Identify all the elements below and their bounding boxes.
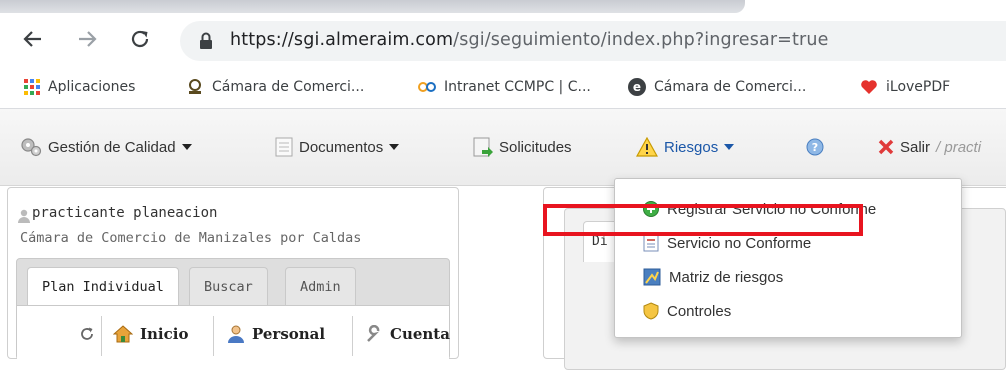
close-x-icon <box>878 139 894 155</box>
tab-plan-individual[interactable]: Plan Individual <box>27 267 179 308</box>
person-icon <box>227 325 245 343</box>
help-icon: ? <box>806 138 824 156</box>
cuenta-link[interactable]: Cuenta <box>365 318 450 350</box>
bookmark-intranet[interactable]: Intranet CCMPC | C... <box>418 66 591 108</box>
personal-label: Personal <box>252 325 326 343</box>
browser-nav-bar: https://sgi.almeraim.com/sgi/seguimiento… <box>0 14 1006 66</box>
menu-gestion-calidad[interactable]: Gestión de Calidad <box>20 109 192 185</box>
riesgos-dropdown-menu: Registrar Servicio no Conforme Servicio … <box>614 178 962 338</box>
tab-admin[interactable]: Admin <box>285 267 356 306</box>
bookmark-label: Cámara de Comerci... <box>212 79 365 95</box>
bookmark-label: Cámara de Comerci... <box>654 79 807 95</box>
intranet-logo-icon <box>418 81 436 93</box>
menu-label: Solicitudes <box>499 138 572 156</box>
menu-item-controles[interactable]: Controles <box>615 295 961 327</box>
user-suffix: / practi <box>936 138 982 156</box>
reload-icon[interactable] <box>127 26 153 52</box>
svg-text:?: ? <box>812 141 818 154</box>
tab-buscar[interactable]: Buscar <box>189 267 268 306</box>
e-logo-icon: e <box>628 78 646 96</box>
divider <box>213 316 214 356</box>
warning-icon <box>636 137 658 157</box>
bookmark-ilovepdf[interactable]: iLovePDF <box>860 66 950 108</box>
bookmark-camara-2[interactable]: e Cámara de Comerci... <box>628 66 806 108</box>
menu-label: Gestión de Calidad <box>48 138 176 156</box>
user-name: practicante planeacion <box>32 205 218 221</box>
menu-label: Salir <box>900 138 931 156</box>
user-panel: practicante planeacion Cámara de Comerci… <box>7 187 459 366</box>
chevron-down-icon <box>389 144 400 150</box>
menu-item-label: Servicio no Conforme <box>667 234 812 252</box>
user-organization: Cámara de Comercio de Manizales por Cald… <box>20 230 362 246</box>
svg-text:e: e <box>633 80 641 94</box>
app-toolbar: Gestión de Calidad Documentos Solicitude… <box>0 109 1006 186</box>
refresh-icon[interactable] <box>79 326 95 346</box>
bookmark-apps[interactable]: Aplicaciones <box>24 66 135 108</box>
chamber-logo-icon <box>186 78 204 96</box>
gears-icon <box>20 137 42 157</box>
forward-arrow-icon[interactable] <box>74 26 100 52</box>
browser-tab-strip <box>0 0 1006 14</box>
menu-item-label: Controles <box>667 302 732 320</box>
help-button[interactable]: ? <box>806 109 830 185</box>
chevron-down-icon <box>181 144 192 150</box>
browser-tab[interactable] <box>0 0 745 13</box>
back-arrow-icon[interactable] <box>20 26 46 52</box>
bookmarks-bar: Aplicaciones Cámara de Comerci... Intran… <box>0 66 1006 109</box>
apps-grid-icon <box>24 79 40 95</box>
user-icon <box>18 208 30 227</box>
menu-solicitudes[interactable]: Solicitudes <box>473 109 572 185</box>
home-icon <box>113 325 133 343</box>
url-text: https://sgi.almeraim.com/sgi/seguimiento… <box>230 30 829 50</box>
chevron-down-icon <box>724 144 735 150</box>
list-document-icon <box>643 234 659 252</box>
inicio-link[interactable]: Inicio <box>113 318 188 350</box>
inicio-label: Inicio <box>140 325 189 343</box>
address-bar[interactable]: https://sgi.almeraim.com/sgi/seguimiento… <box>180 21 1006 61</box>
menu-label: Riesgos <box>664 138 719 156</box>
menu-riesgos[interactable]: Riesgos <box>636 109 735 185</box>
bookmark-label: iLovePDF <box>886 79 951 95</box>
cuenta-label: Cuenta <box>390 325 450 343</box>
menu-item-label: Matriz de riesgos <box>669 268 784 286</box>
document-icon <box>275 137 293 157</box>
divider <box>101 316 102 356</box>
request-icon <box>473 137 493 157</box>
lock-icon[interactable] <box>199 32 213 54</box>
tab-content: Inicio Personal Cuenta <box>17 305 450 366</box>
heart-icon <box>860 79 878 95</box>
shield-icon <box>643 302 659 320</box>
wrench-icon <box>365 325 383 343</box>
highlight-annotation <box>543 204 863 236</box>
bookmark-label: Intranet CCMPC | C... <box>444 79 591 95</box>
personal-link[interactable]: Personal <box>227 318 325 350</box>
matrix-icon <box>643 268 661 286</box>
bookmark-camara-1[interactable]: Cámara de Comerci... <box>186 66 364 108</box>
menu-salir[interactable]: Salir / practi <box>878 109 981 185</box>
menu-documentos[interactable]: Documentos <box>275 109 400 185</box>
menu-item-matriz-de-riesgos[interactable]: Matriz de riesgos <box>615 261 961 293</box>
divider <box>352 316 353 356</box>
menu-label: Documentos <box>299 138 384 156</box>
bookmark-label: Aplicaciones <box>48 79 136 95</box>
